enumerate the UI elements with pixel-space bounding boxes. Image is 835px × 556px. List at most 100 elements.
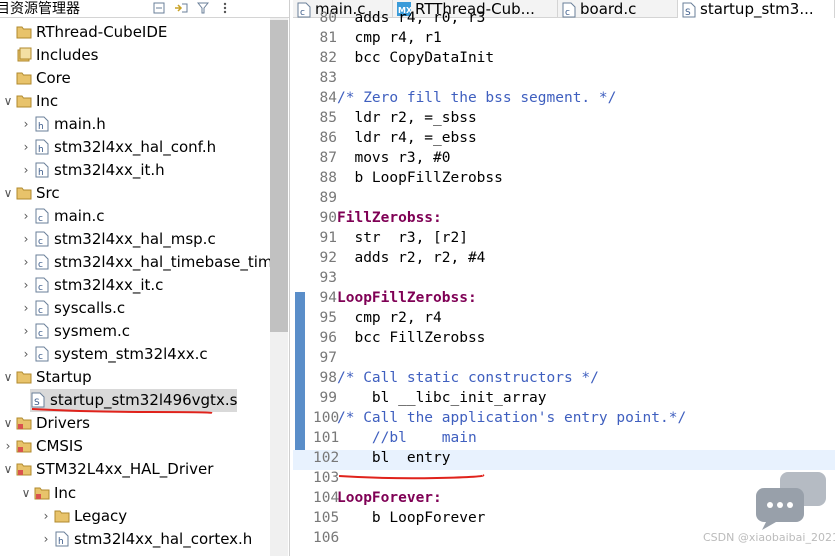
tree-item[interactable]: › h stm32l4xx_it.h bbox=[0, 158, 165, 181]
code-line[interactable]: 86 ldr r4, =_ebss bbox=[293, 130, 835, 150]
tree-item-label: Includes bbox=[36, 45, 99, 64]
chevron-right-icon[interactable]: › bbox=[18, 209, 34, 223]
tree-item[interactable]: ∨ Startup bbox=[0, 366, 92, 389]
c-file-icon: c bbox=[34, 208, 50, 224]
code-line[interactable]: 95 cmp r2, r4 bbox=[293, 310, 835, 330]
line-number: 106 bbox=[313, 530, 340, 546]
code-line[interactable]: 88 b LoopFillZerobss bbox=[293, 170, 835, 190]
view-menu-icon[interactable] bbox=[216, 0, 234, 16]
chevron-down-icon[interactable]: ∨ bbox=[0, 94, 16, 108]
tree-item[interactable]: ∨ Inc bbox=[0, 89, 59, 112]
code-line[interactable]: 89 bbox=[293, 190, 835, 210]
tree-item-label: stm32l4xx_hal_timebase_tim. bbox=[54, 253, 278, 271]
code-line[interactable]: 99 bl __libc_init_array bbox=[293, 390, 835, 410]
tree-item[interactable]: ∨ Src bbox=[0, 181, 60, 204]
tree-item[interactable]: › c system_stm32l4xx.c bbox=[0, 343, 208, 366]
chevron-down-icon[interactable]: ∨ bbox=[0, 370, 16, 384]
tree-item[interactable]: › c syscalls.c bbox=[0, 297, 126, 320]
code-text: LoopFillZerobss: bbox=[337, 290, 477, 306]
code-text: bcc FillZerobss bbox=[337, 330, 486, 346]
chevron-right-icon[interactable]: › bbox=[18, 278, 34, 292]
svg-text:h: h bbox=[38, 168, 44, 178]
tree-item[interactable]: ∨ Inc bbox=[0, 481, 77, 504]
code-line[interactable]: 96 bcc FillZerobss bbox=[293, 330, 835, 350]
chevron-down-icon[interactable]: ∨ bbox=[0, 416, 16, 430]
tree-item[interactable]: ∨ STM32L4xx_HAL_Driver bbox=[0, 458, 214, 481]
code-line[interactable]: 92 adds r2, r2, #4 bbox=[293, 250, 835, 270]
svg-text:c: c bbox=[38, 306, 43, 316]
code-text: adds r2, r2, #4 bbox=[337, 250, 486, 266]
code-line[interactable]: 83 bbox=[293, 70, 835, 90]
tree-item[interactable]: › c sysmem.c bbox=[0, 320, 130, 343]
chevron-right-icon[interactable]: › bbox=[18, 117, 34, 131]
tree-item-label: Src bbox=[36, 183, 60, 202]
chevron-right-icon[interactable]: › bbox=[38, 532, 54, 546]
chevron-right-icon[interactable]: › bbox=[18, 163, 34, 177]
line-number: 104 bbox=[313, 490, 340, 506]
tree-item[interactable]: › CMSIS bbox=[0, 435, 83, 458]
code-line[interactable]: 93 bbox=[293, 270, 835, 290]
code-line[interactable]: 97 bbox=[293, 350, 835, 370]
code-line[interactable]: 100/* Call the application's entry point… bbox=[293, 410, 835, 430]
chevron-right-icon[interactable]: › bbox=[18, 347, 34, 361]
folder-icon bbox=[16, 93, 32, 109]
link-editor-icon[interactable] bbox=[172, 0, 190, 16]
chevron-down-icon[interactable]: ∨ bbox=[0, 462, 16, 476]
tree-item[interactable]: › c stm32l4xx_hal_msp.c bbox=[0, 227, 216, 250]
code-line[interactable]: 87 movs r3, #0 bbox=[293, 150, 835, 170]
tree-item[interactable]: › Legacy bbox=[0, 504, 128, 527]
c-file-icon: c bbox=[34, 254, 50, 270]
code-line[interactable]: 82 bcc CopyDataInit bbox=[293, 50, 835, 70]
chevron-right-icon[interactable]: › bbox=[18, 301, 34, 315]
explorer-scrollbar-thumb[interactable] bbox=[270, 20, 288, 332]
code-line[interactable]: 91 str r3, [r2] bbox=[293, 230, 835, 250]
chevron-right-icon[interactable]: › bbox=[18, 255, 34, 269]
current-code-line[interactable]: 102 bl entry bbox=[293, 450, 835, 470]
tree-item[interactable]: Includes bbox=[0, 43, 98, 66]
c-file-icon: c bbox=[34, 277, 50, 293]
filter-icon[interactable] bbox=[194, 0, 212, 16]
line-number: 86 bbox=[319, 130, 337, 146]
tree-item-label: sysmem.c bbox=[54, 322, 130, 341]
collapse-all-icon[interactable] bbox=[150, 0, 168, 16]
h-file-icon: h bbox=[34, 116, 50, 132]
code-text: cmp r4, r1 bbox=[337, 30, 442, 46]
code-line[interactable]: 98/* Call static constructors */ bbox=[293, 370, 835, 390]
code-line[interactable]: 81 cmp r4, r1 bbox=[293, 30, 835, 50]
chevron-down-icon[interactable]: ∨ bbox=[0, 186, 16, 200]
tree-item[interactable]: › h stm32l4xx_hal_conf.h bbox=[0, 135, 217, 158]
code-line[interactable]: 94 LoopFillZerobss: bbox=[293, 290, 835, 310]
tree-item[interactable]: › h main.h bbox=[0, 112, 106, 135]
chevron-right-icon[interactable]: › bbox=[0, 439, 16, 453]
code-text: LoopForever: bbox=[337, 490, 442, 506]
svg-text:c: c bbox=[38, 214, 43, 224]
c-file-icon: c bbox=[34, 231, 50, 247]
tree-item[interactable]: › c main.c bbox=[0, 204, 105, 227]
code-line[interactable]: 84/* Zero fill the bss segment. */ bbox=[293, 90, 835, 110]
chevron-down-icon[interactable]: ∨ bbox=[18, 486, 34, 500]
chevron-right-icon[interactable]: › bbox=[18, 140, 34, 154]
code-line[interactable]: 85 ldr r2, =_sbss bbox=[293, 110, 835, 130]
tree-item[interactable]: RThread-CubeIDE bbox=[0, 20, 167, 43]
line-number: 81 bbox=[319, 30, 337, 46]
svg-text:h: h bbox=[58, 537, 64, 547]
code-line[interactable]: 90 FillZerobss: bbox=[293, 210, 835, 230]
line-number: 94 bbox=[319, 290, 337, 306]
src-folder-icon bbox=[16, 461, 32, 477]
chevron-right-icon[interactable]: › bbox=[38, 509, 54, 523]
tree-item[interactable]: › c stm32l4xx_it.c bbox=[0, 274, 164, 297]
tree-item[interactable]: › h stm32l4xx_hal_cortex.h bbox=[0, 527, 253, 550]
line-number: 95 bbox=[319, 310, 337, 326]
c-file-icon: c bbox=[34, 300, 50, 316]
tree-item[interactable]: Core bbox=[0, 66, 71, 89]
line-number: 101 bbox=[313, 430, 340, 446]
chevron-right-icon[interactable]: › bbox=[18, 232, 34, 246]
line-number: 82 bbox=[319, 50, 337, 66]
chevron-right-icon[interactable]: › bbox=[18, 324, 34, 338]
tree-item-label: Startup bbox=[36, 368, 92, 387]
tree-item[interactable]: › c stm32l4xx_hal_timebase_tim. bbox=[0, 251, 278, 274]
tree-item-label: syscalls.c bbox=[54, 299, 126, 318]
code-line[interactable]: 80 adds r4, r0, r3 bbox=[293, 10, 835, 30]
code-line[interactable]: 101 //bl main bbox=[293, 430, 835, 450]
code-text: b LoopFillZerobss bbox=[337, 170, 503, 186]
